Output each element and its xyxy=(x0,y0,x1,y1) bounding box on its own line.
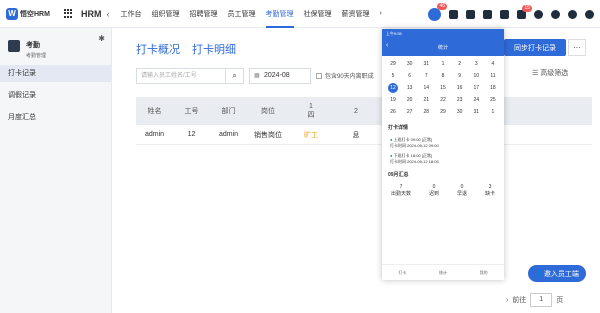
nav-social[interactable]: 社保管理 xyxy=(299,0,337,28)
cal-selected-day: 12 xyxy=(388,83,398,93)
collapse-chevron-icon[interactable]: ‹ xyxy=(107,9,110,19)
phone-section-detail: 打卡详情 xyxy=(388,125,409,131)
toolbar: 46 15 xyxy=(420,0,594,28)
checkbox-box[interactable] xyxy=(316,72,322,79)
cell-dept: admin xyxy=(218,131,239,138)
mail-icon[interactable] xyxy=(449,9,458,19)
phone-bottom-nav: 打卡 统计 我的 xyxy=(382,264,504,280)
cal-row: 29 30 31 1 2 3 4 xyxy=(390,61,495,67)
apps-grid-icon[interactable] xyxy=(64,8,74,19)
nav-org[interactable]: 组织管理 xyxy=(147,0,185,28)
logo-mark: W xyxy=(6,7,18,20)
phone-nav-me[interactable]: 我的 xyxy=(480,270,488,276)
phone-icon[interactable] xyxy=(500,9,509,19)
phone-summary: 7 出勤天数 0 迟到 0 早退 3 缺卡 xyxy=(390,184,495,197)
attendance-table: 姓名 工号 部门 岗位 1 四 2 5 一 admin 12 admin 销售岗… xyxy=(136,97,592,145)
sidebar-subtitle: 考勤管理 xyxy=(26,53,47,59)
sidebar-header: 考勤 考勤管理 xyxy=(0,28,111,60)
phone-nav-stats[interactable]: 统计 xyxy=(439,270,447,276)
cell-day2[interactable]: 息 xyxy=(333,125,379,144)
cell-day1[interactable]: 旷工 xyxy=(289,125,333,144)
phone-nav-clock[interactable]: 打卡 xyxy=(398,270,406,276)
table-header: 姓名 工号 部门 岗位 1 四 2 5 一 xyxy=(136,97,592,125)
app-title: HRM xyxy=(81,8,102,19)
page-tabs: 打卡概况 打卡明细 xyxy=(136,41,248,57)
cell-name: admin xyxy=(144,131,165,138)
col-post: 岗位 xyxy=(261,108,275,115)
invite-label: 邀入员工端 xyxy=(543,270,579,278)
notify-badge: 15 xyxy=(522,4,532,12)
phone-title: 统计 xyxy=(437,45,448,51)
top-bar: W 悟空HRM HRM ‹ 工作台 组织管理 招聘管理 员工管理 考勤管理 社保管… xyxy=(0,0,600,28)
settings-gear-icon[interactable] xyxy=(568,9,577,19)
phone-section-summary: 09月汇总 xyxy=(388,172,409,178)
logo-text: 悟空HRM xyxy=(20,10,50,18)
col-day2: 2 xyxy=(354,107,358,115)
cell-id: 12 xyxy=(187,131,196,138)
pager-prev-icon[interactable]: › xyxy=(506,297,508,304)
nav-more-chevron-icon[interactable]: › xyxy=(375,0,387,28)
checkbox-label: 包含90天内离职成 xyxy=(325,74,374,80)
nav-salary[interactable]: 薪资管理 xyxy=(337,0,375,28)
nav-employee[interactable]: 员工管理 xyxy=(223,0,261,28)
col-dept: 部门 xyxy=(221,108,236,115)
phone-calendar: 29 30 31 1 2 3 4 5 6 7 8 9 10 11 12 13 14 15 16 17 18 19 20… xyxy=(382,56,504,120)
nav-attendance[interactable]: 考勤管理 xyxy=(261,0,299,28)
pager-unit-label: 页 xyxy=(556,297,564,304)
search-icon[interactable]: ⌕ xyxy=(225,68,244,84)
cal-row: 19 20 21 22 23 24 25 xyxy=(390,97,496,103)
main-nav: 工作台 组织管理 招聘管理 员工管理 考勤管理 社保管理 薪资管理 › xyxy=(116,0,387,28)
pager-goto-label: 前往 xyxy=(512,297,527,304)
nav-recruit[interactable]: 招聘管理 xyxy=(185,0,223,28)
main-content: 打卡概况 打卡明细 同步打卡记录 ··· 请输入员工姓名/工号 ⌕ 2024-0… xyxy=(112,28,600,313)
table-row[interactable]: admin 12 admin 销售岗位 旷工 息 旷工 xyxy=(136,125,592,145)
sidebar-settings-icon[interactable]: ✱ xyxy=(98,34,105,43)
filter-label: 高级筛选 xyxy=(540,70,569,77)
sidebar-item-leave-records[interactable]: 调假记录 xyxy=(0,87,111,104)
tab-overview[interactable]: 打卡概况 xyxy=(136,41,180,57)
invite-employee-button[interactable]: 👤 邀入员工端 xyxy=(528,265,586,282)
col-day1: 1 四 xyxy=(307,102,315,119)
avatar-badge: 46 xyxy=(437,2,447,10)
month-picker[interactable]: 2024-08 xyxy=(249,68,311,84)
contacts-icon[interactable] xyxy=(483,9,492,19)
advanced-filter-button[interactable]: ☰ 高级筛选 xyxy=(532,68,568,78)
app-logo[interactable]: W 悟空HRM xyxy=(6,7,56,20)
chat-icon[interactable]: 15 xyxy=(517,4,532,19)
sidebar-item-clock-records[interactable]: 打卡记录 xyxy=(0,65,111,82)
sidebar-title: 考勤 xyxy=(26,42,40,49)
phone-header: 上午9:55 ‹ 统计 xyxy=(382,29,504,56)
cell-post: 销售岗位 xyxy=(254,131,282,139)
help-icon[interactable] xyxy=(551,9,560,19)
col-id: 工号 xyxy=(184,108,199,115)
cal-row: 5 6 7 8 9 10 11 xyxy=(391,73,496,79)
bell-icon[interactable] xyxy=(534,9,543,19)
cal-row: 12 13 14 15 16 17 18 xyxy=(386,82,500,94)
sync-records-button[interactable]: 同步打卡记录 xyxy=(504,39,566,56)
calendar-icon[interactable] xyxy=(466,9,475,19)
pager-page-input[interactable]: 1 xyxy=(530,293,553,307)
user-avatar-icon[interactable] xyxy=(585,9,594,19)
mobile-preview: 上午9:55 ‹ 统计 29 30 31 1 2 3 4 5 6 7 8 9 10 11 12 13 14 1… xyxy=(382,29,504,280)
sidebar: ✱ 考勤考勤管理 打卡记录 调假记录 月度汇总 xyxy=(0,28,112,313)
phone-record: ● 下班打卡 18:00 [正常] 打卡时间 2024-09-12 18:05 xyxy=(390,153,439,164)
phone-status: 上午9:55 xyxy=(386,31,402,36)
nav-workbench[interactable]: 工作台 xyxy=(116,0,147,28)
pagination: › 前往 1 页 xyxy=(506,293,563,307)
col-name: 姓名 xyxy=(147,108,162,115)
sidebar-item-monthly-summary[interactable]: 月度汇总 xyxy=(0,109,111,126)
tab-detail[interactable]: 打卡明细 xyxy=(192,41,236,57)
cal-row: 26 27 28 29 30 31 1 xyxy=(390,109,495,115)
include-resigned-checkbox[interactable]: 包含90天内离职成 xyxy=(316,71,374,80)
bot-avatar[interactable]: 46 xyxy=(428,2,447,21)
more-button[interactable]: ··· xyxy=(568,39,586,56)
attendance-module-icon xyxy=(8,40,20,52)
phone-record: ● 上班打卡 09:00 [正常] 打卡时间 2024-09-12 09:00 xyxy=(390,137,439,148)
